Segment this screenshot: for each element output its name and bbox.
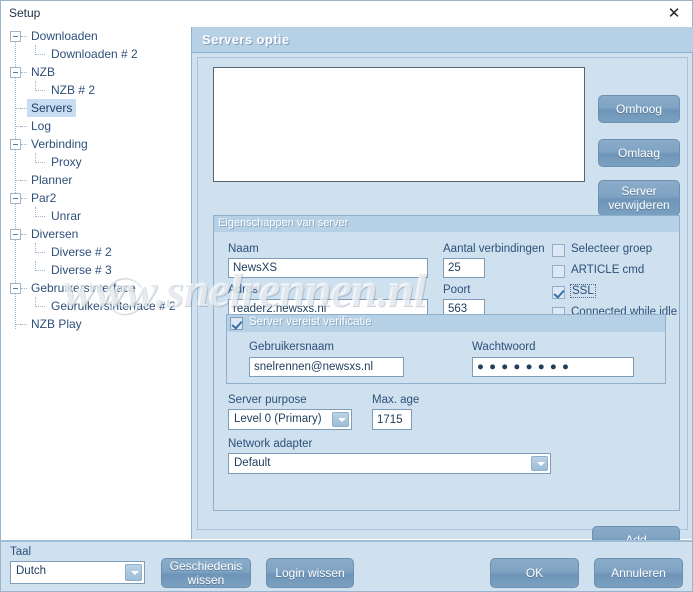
sidebar-item-label: NZB # 2 xyxy=(51,83,96,97)
requires-authentication-label: Server vereist verificatie xyxy=(249,316,372,328)
username-input[interactable] xyxy=(249,357,404,377)
sidebar-item-label: Downloaden # 2 xyxy=(51,47,138,61)
page-title: Servers optie xyxy=(202,32,290,47)
panel-header: Servers optie xyxy=(192,27,693,53)
delete-server-button[interactable]: Server verwijderen xyxy=(598,180,680,216)
sidebar-item-proxy[interactable]: Proxy xyxy=(1,153,189,171)
tree-collapse-icon[interactable] xyxy=(10,229,21,240)
language-label: Taal xyxy=(10,546,32,558)
sidebar-item-log[interactable]: Log xyxy=(1,117,189,135)
connections-input[interactable] xyxy=(443,258,485,278)
ssl-label: SSL xyxy=(570,284,596,298)
setup-dialog: Setup ✕ Downloaden Downloaden # 2 NZB NZB #… xyxy=(0,0,693,592)
server-authentication-group: Server vereist verificatie Gebruikersnaa… xyxy=(226,314,666,384)
sidebar-item-nzb-2[interactable]: NZB # 2 xyxy=(1,81,189,99)
select-group-checkbox[interactable] xyxy=(552,244,565,257)
move-up-button[interactable]: Omhoog xyxy=(598,95,680,123)
server-authentication-header: Server vereist verificatie xyxy=(227,315,665,332)
server-purpose-label: Server purpose xyxy=(228,394,307,406)
sidebar-item-label: Gebruikersinterface # 2 xyxy=(51,299,176,313)
sidebar-item-diverse-3[interactable]: Diverse # 3 xyxy=(1,261,189,279)
panel-body: Omhoog Omlaag Server verwijderen Eigensc… xyxy=(197,57,688,553)
sidebar-item-verbinding[interactable]: Verbinding xyxy=(1,135,189,153)
ok-button[interactable]: OK xyxy=(490,558,579,588)
sidebar-item-unrar[interactable]: Unrar xyxy=(1,207,189,225)
window-title: Setup xyxy=(9,6,41,20)
sidebar-item-label: Verbinding xyxy=(31,137,88,151)
sidebar-item-label: NZB xyxy=(31,65,55,79)
sidebar-item-label: Diverse # 2 xyxy=(51,245,112,259)
username-label: Gebruikersnaam xyxy=(249,341,335,353)
tree-collapse-icon[interactable] xyxy=(10,139,21,150)
network-adapter-select[interactable]: Default xyxy=(228,453,551,474)
chevron-down-icon[interactable] xyxy=(531,456,548,471)
sidebar-item-diversen[interactable]: Diversen xyxy=(1,225,189,243)
connections-label: Aantal verbindingen xyxy=(443,243,545,255)
sidebar-item-nzb-play[interactable]: NZB Play xyxy=(1,315,189,333)
close-icon[interactable]: ✕ xyxy=(664,4,684,24)
chevron-down-icon[interactable] xyxy=(125,564,142,581)
window-titlebar: Setup ✕ xyxy=(1,1,692,27)
sidebar-item-par2[interactable]: Par2 xyxy=(1,189,189,207)
sidebar-item-label: Diverse # 3 xyxy=(51,263,112,277)
sidebar-item-nzb[interactable]: NZB xyxy=(1,63,189,81)
port-label: Poort xyxy=(443,284,471,296)
max-age-input[interactable] xyxy=(372,409,412,430)
language-select[interactable]: Dutch xyxy=(10,561,145,584)
sidebar-item-downloaden-2[interactable]: Downloaden # 2 xyxy=(1,45,189,63)
language-value: Dutch xyxy=(16,565,47,577)
server-properties-group-title: Eigenschappen van server xyxy=(218,217,349,229)
tree-collapse-icon[interactable] xyxy=(10,67,21,78)
chevron-down-icon[interactable] xyxy=(332,412,349,427)
server-properties-group-header: Eigenschappen van server xyxy=(214,216,679,232)
name-label: Naam xyxy=(228,243,259,255)
sidebar-item-downloaden[interactable]: Downloaden xyxy=(1,27,189,45)
cancel-button[interactable]: Annuleren xyxy=(594,558,683,588)
dialog-footer: Taal Dutch Geschiedenis wissen Login wis… xyxy=(1,540,692,591)
sidebar-item-gebruikersinterface[interactable]: Gebruikersinterface xyxy=(1,279,189,297)
tree-connector xyxy=(1,153,189,171)
server-purpose-value: Level 0 (Primary) xyxy=(234,413,322,425)
sidebar-item-label: Log xyxy=(31,119,52,133)
ssl-checkbox[interactable] xyxy=(552,286,565,299)
server-list-box[interactable] xyxy=(213,67,585,182)
server-purpose-select[interactable]: Level 0 (Primary) xyxy=(228,409,352,430)
sidebar-item-label: Downloaden xyxy=(31,29,98,43)
network-adapter-label: Network adapter xyxy=(228,438,313,450)
password-label: Wachtwoord xyxy=(472,341,536,353)
sidebar-item-planner[interactable]: Planner xyxy=(1,171,189,189)
tree-connector xyxy=(1,207,189,225)
name-input[interactable] xyxy=(228,258,428,278)
sidebar-item-diverse-2[interactable]: Diverse # 2 xyxy=(1,243,189,261)
sidebar-item-gebruikersinterface-2[interactable]: Gebruikersinterface # 2 xyxy=(1,297,189,315)
sidebar-item-label: Par2 xyxy=(31,191,57,205)
requires-authentication-checkbox[interactable] xyxy=(230,317,243,330)
tree-collapse-icon[interactable] xyxy=(10,193,21,204)
select-group-label: Selecteer groep xyxy=(571,243,653,255)
article-cmd-label: ARTICLE cmd xyxy=(571,264,645,276)
settings-tree[interactable]: Downloaden Downloaden # 2 NZB NZB # 2 Server… xyxy=(1,27,189,539)
tree-collapse-icon[interactable] xyxy=(10,283,21,294)
max-age-label: Max. age xyxy=(372,394,420,406)
sidebar-item-label: Unrar xyxy=(51,209,82,223)
sidebar-item-label: Gebruikersinterface xyxy=(31,281,136,295)
sidebar-item-label: Planner xyxy=(31,173,73,187)
sidebar-item-label: Servers xyxy=(27,99,77,117)
address-label: Adres xyxy=(228,284,259,296)
network-adapter-value: Default xyxy=(234,457,271,469)
servers-panel: Servers optie Omhoog Omlaag Server verwi… xyxy=(191,27,693,553)
server-properties-group: Eigenschappen van server Naam Adres Aant… xyxy=(213,215,680,511)
password-input[interactable] xyxy=(472,357,634,377)
tree-collapse-icon[interactable] xyxy=(10,31,21,42)
move-down-button[interactable]: Omlaag xyxy=(598,139,680,167)
article-cmd-checkbox[interactable] xyxy=(552,265,565,278)
sidebar-item-label: Proxy xyxy=(51,155,82,169)
clear-history-button[interactable]: Geschiedenis wissen xyxy=(161,558,251,588)
sidebar-item-servers[interactable]: Servers xyxy=(1,99,189,117)
sidebar-item-label: Diversen xyxy=(31,227,79,241)
sidebar-item-label: NZB Play xyxy=(31,317,82,331)
clear-login-button[interactable]: Login wissen xyxy=(266,558,354,588)
